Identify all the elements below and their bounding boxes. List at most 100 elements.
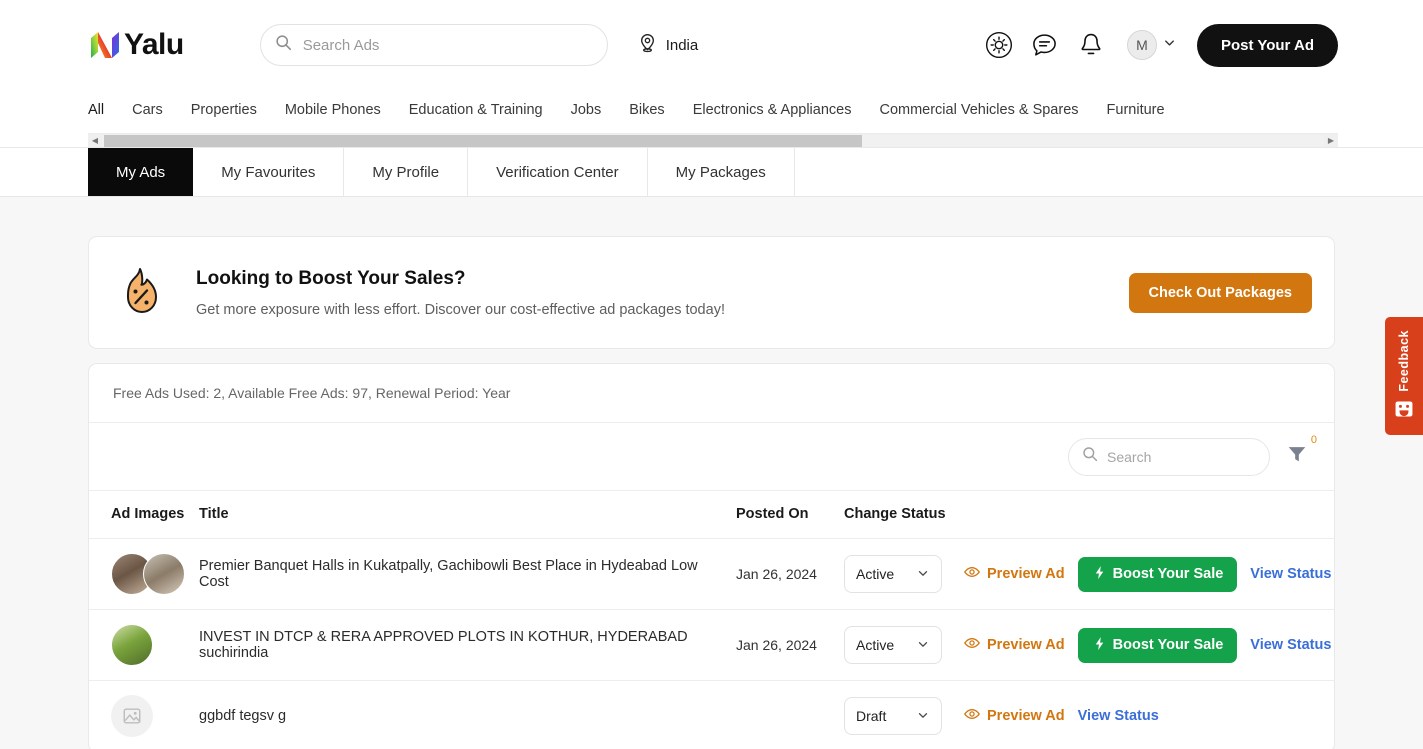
post-your-ad-button[interactable]: Post Your Ad [1196,23,1338,67]
category-item-furniture[interactable]: Furniture [1107,102,1193,118]
discount-flame-icon [113,265,169,321]
ad-thumbnail[interactable] [111,624,153,666]
filter-button[interactable]: 0 [1286,434,1317,470]
boost-label: Boost Your Sale [1112,566,1224,582]
yalu-logo-icon [88,29,122,61]
user-menu[interactable]: M [1126,30,1177,60]
section-tabs: My Ads My Favourites My Profile Verificatio… [88,148,1423,196]
feedback-tab[interactable]: Feedback [1385,317,1423,435]
view-status-link[interactable]: View Status [1078,708,1159,724]
category-item-education-training[interactable]: Education & Training [409,102,571,118]
ad-thumbnails[interactable] [111,553,195,595]
tab-my-profile[interactable]: My Profile [344,148,469,196]
status-select[interactable]: Active [844,626,942,664]
category-item-bikes[interactable]: Bikes [629,102,692,118]
ad-thumbnail[interactable] [143,553,185,595]
col-ad-images: Ad Images [89,490,199,539]
preview-ad-button[interactable]: Preview Ad [964,707,1065,725]
tab-verification-center[interactable]: Verification Center [468,148,648,196]
view-status-link[interactable]: View Status [1250,637,1331,653]
col-actions [964,490,1334,539]
theme-sun-icon[interactable] [985,31,1013,59]
category-item-all[interactable]: All [88,102,132,118]
global-search[interactable] [259,24,608,66]
preview-ad-button[interactable]: Preview Ad [964,636,1065,654]
filter-funnel-icon [1286,447,1308,469]
chevron-down-icon [916,708,930,725]
category-item-commercial-vehicles-spares[interactable]: Commercial Vehicles & Spares [879,102,1106,118]
table-row: Premier Banquet Halls in Kukatpally, Gac… [89,538,1334,610]
brand-name: Yalu [124,28,184,61]
lightning-bolt-icon [1092,636,1107,655]
header-actions: M [985,30,1177,60]
ads-search[interactable] [1068,437,1270,476]
cell-change-status: Draft [844,680,964,749]
top-header: Yalu India [0,0,1423,90]
free-ads-info: Free Ads Used: 2, Available Free Ads: 97… [89,364,1334,423]
col-title: Title [199,490,736,539]
table-row: ggbdf tegsv g Draft Preview Ad View Status [89,680,1334,749]
eye-icon [964,636,980,654]
row-actions: Preview Ad Boost Your Sale View Status [964,627,1334,663]
cell-posted-on: Jan 26, 2024 [736,538,844,610]
cell-title[interactable]: ggbdf tegsv g [199,680,736,749]
ad-thumbnails[interactable] [111,624,153,666]
table-header-row: Ad Images Title Posted On Change Status [89,490,1334,539]
scroll-left-arrow[interactable]: ◀ [88,136,102,145]
status-select[interactable]: Draft [844,697,942,735]
boost-your-sale-button[interactable]: Boost Your Sale [1077,627,1238,663]
app-page: Yalu India [0,0,1423,749]
search-icon [275,34,292,56]
chevron-down-icon [916,637,930,654]
ads-table-head: Ad Images Title Posted On Change Status [89,490,1334,539]
smiley-face-icon [1395,401,1413,422]
tab-my-packages[interactable]: My Packages [647,148,795,196]
ads-table-body: Premier Banquet Halls in Kukatpally, Gac… [89,538,1334,749]
search-icon [1082,446,1098,467]
col-change-status: Change Status [844,490,964,539]
view-status-link[interactable]: View Status [1250,566,1331,582]
brand-logo[interactable]: Yalu [88,29,184,61]
status-select[interactable]: Active [844,555,942,593]
location-selector[interactable]: India [638,33,698,57]
category-item-properties[interactable]: Properties [191,102,285,118]
cell-posted-on [736,680,844,749]
main-content: Looking to Boost Your Sales? Get more ex… [0,236,1423,749]
cell-title[interactable]: Premier Banquet Halls in Kukatpally, Gac… [199,538,736,610]
section-tabs-wrap: My Ads My Favourites My Profile Verificatio… [0,148,1423,197]
boost-your-sale-button[interactable]: Boost Your Sale [1077,556,1238,592]
check-out-packages-button[interactable]: Check Out Packages [1128,272,1312,313]
preview-ad-button[interactable]: Preview Ad [964,565,1065,583]
cell-change-status: Active [844,538,964,610]
status-select-value: Draft [856,708,887,724]
chat-icon[interactable] [1031,31,1059,59]
scrollbar-thumb[interactable] [104,134,862,147]
status-select-value: Active [856,637,895,653]
table-row: INVEST IN DTCP & RERA APPROVED PLOTS IN … [89,609,1334,681]
tab-my-ads[interactable]: My Ads [88,148,194,196]
ads-table: Ad Images Title Posted On Change Status … [89,490,1334,749]
cell-title[interactable]: INVEST IN DTCP & RERA APPROVED PLOTS IN … [199,609,736,681]
avatar: M [1126,30,1157,60]
list-toolbar: 0 [89,423,1334,490]
search-input[interactable] [302,36,593,54]
tab-my-favourites[interactable]: My Favourites [193,148,345,196]
scrollbar-track[interactable] [102,134,1324,147]
category-nav: All Cars Properties Mobile Phones Education … [88,90,1338,130]
feedback-label: Feedback [1397,330,1411,392]
image-placeholder-icon [111,695,153,737]
cell-ad-images [89,609,199,681]
category-item-mobile-phones[interactable]: Mobile Phones [285,102,409,118]
category-item-electronics-appliances[interactable]: Electronics & Appliances [693,102,880,118]
row-actions: Preview Ad View Status [964,707,1334,725]
bell-icon[interactable] [1077,31,1105,59]
cell-actions: Preview Ad View Status [964,680,1334,749]
chevron-down-icon [1162,35,1177,55]
scroll-right-arrow[interactable]: ▶ [1324,136,1338,145]
category-scrollbar[interactable]: ◀ ▶ [88,133,1338,147]
category-item-jobs[interactable]: Jobs [571,102,630,118]
boost-label: Boost Your Sale [1112,637,1224,653]
promo-subtitle: Get more exposure with less effort. Disc… [196,301,725,318]
category-item-cars[interactable]: Cars [132,102,191,118]
ads-search-input[interactable] [1107,448,1256,465]
